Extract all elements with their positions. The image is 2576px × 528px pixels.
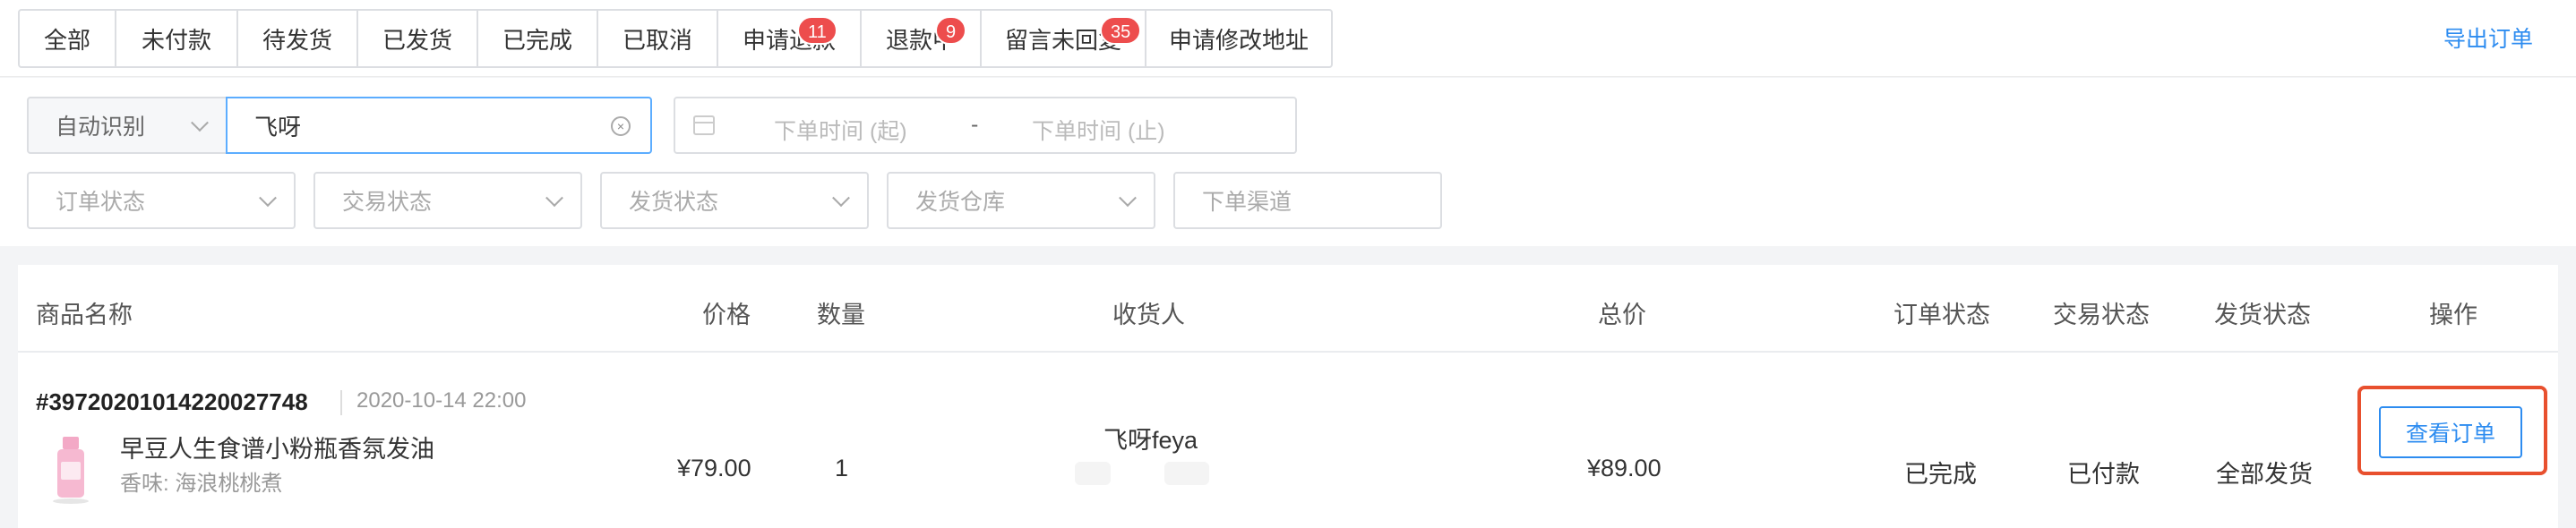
date-separator: -	[971, 112, 979, 137]
tab-address-change-requests[interactable]: 申请修改地址	[1146, 11, 1331, 66]
search-input[interactable]	[226, 97, 652, 154]
select-placeholder: 下单渠道	[1202, 190, 1292, 215]
tab-messages-unreplied[interactable]: 留言未回复 35	[982, 11, 1146, 66]
chevron-down-icon	[191, 114, 209, 132]
export-orders-link[interactable]: 导出订单	[2443, 21, 2533, 54]
tab-pending-shipment[interactable]: 待发货	[238, 11, 358, 66]
select-placeholder: 交易状态	[342, 190, 433, 215]
chevron-down-icon	[545, 189, 563, 208]
order-number: #39720201014220027748	[36, 388, 308, 415]
count-badge: 9	[935, 16, 967, 45]
tab-refunding[interactable]: 退款中 9	[862, 11, 982, 66]
tab-cancelled[interactable]: 已取消	[598, 11, 718, 66]
tab-unpaid[interactable]: 未付款	[116, 11, 238, 66]
filter-panel: 自动识别 × 下单时间 (起) - 下单时间 (止) 订单状态 交易状态 发货状…	[0, 78, 2576, 246]
product-spec: 香味: 海浪桃桃煮	[120, 472, 283, 496]
header-actions: 操作	[2429, 302, 2477, 328]
calendar-icon	[693, 115, 715, 135]
order-status-tabs: 全部 未付款 待发货 已发货 已完成 已取消 申请退款 11 退款中 9 留言未…	[18, 9, 1333, 68]
count-badge: 35	[1100, 16, 1142, 45]
channel-input[interactable]: 下单渠道	[1173, 172, 1442, 229]
order-status-cell: 已完成	[1904, 461, 1977, 488]
qty-cell: 1	[835, 455, 849, 481]
view-order-button[interactable]: 查看订单	[2379, 406, 2522, 458]
date-start-placeholder: 下单时间 (起)	[774, 119, 907, 144]
select-placeholder: 订单状态	[56, 190, 146, 215]
select-placeholder: 发货仓库	[915, 190, 1006, 215]
tab-label: 已完成	[502, 26, 572, 54]
header-receiver: 收货人	[1112, 302, 1185, 328]
chevron-down-icon	[1119, 189, 1137, 208]
total-cell: ¥89.00	[1587, 455, 1662, 481]
product-name: 早豆人生食谱小粉瓶香氛发油	[120, 436, 434, 463]
receiver-blurred-info	[1164, 462, 1209, 485]
header-trade-status: 交易状态	[2053, 302, 2150, 328]
tab-label: 待发货	[262, 26, 332, 54]
tab-label: 未付款	[141, 26, 211, 54]
header-order-status: 订单状态	[1893, 302, 1990, 328]
header-price: 价格	[702, 302, 751, 328]
trade-status-cell: 已付款	[2067, 461, 2140, 488]
receiver-blurred-info	[1075, 462, 1111, 485]
ship-status-cell: 全部发货	[2216, 461, 2313, 488]
tab-label: 申请修改地址	[1168, 26, 1309, 54]
header-ship-status: 发货状态	[2214, 302, 2311, 328]
product-thumbnail	[43, 435, 99, 507]
tab-label: 已发货	[382, 26, 452, 54]
search-mode-value: 自动识别	[56, 115, 146, 140]
tab-completed[interactable]: 已完成	[478, 11, 598, 66]
top-bar: 全部 未付款 待发货 已发货 已完成 已取消 申请退款 11 退款中 9 留言未…	[0, 0, 2576, 77]
order-date-range[interactable]: 下单时间 (起) - 下单时间 (止)	[674, 97, 1297, 154]
chevron-down-icon	[832, 189, 850, 208]
order-time: 2020-10-14 22:00	[356, 388, 527, 413]
tab-refund-requested[interactable]: 申请退款 11	[718, 11, 862, 66]
select-placeholder: 发货状态	[629, 190, 719, 215]
chevron-down-icon	[259, 189, 277, 208]
header-product: 商品名称	[36, 302, 133, 328]
tab-all[interactable]: 全部	[20, 11, 116, 66]
ship-status-select[interactable]: 发货状态	[600, 172, 869, 229]
search-mode-select[interactable]: 自动识别	[27, 97, 228, 154]
table-header: 商品名称 价格 数量 收货人 总价 订单状态 交易状态 发货状态 操作	[18, 265, 2558, 353]
tab-shipped[interactable]: 已发货	[358, 11, 478, 66]
header-qty: 数量	[817, 302, 865, 328]
count-badge: 11	[797, 16, 837, 45]
orders-table: 商品名称 价格 数量 收货人 总价 订单状态 交易状态 发货状态 操作 #397…	[18, 265, 2558, 528]
table-row: #39720201014220027748 2020-10-14 22:00 早…	[18, 353, 2558, 528]
order-status-select[interactable]: 订单状态	[27, 172, 296, 229]
header-total: 总价	[1598, 302, 1646, 328]
receiver-name: 飞呀feya	[1103, 427, 1198, 454]
tab-label: 全部	[43, 26, 90, 54]
price-cell: ¥79.00	[677, 455, 751, 481]
tab-label: 已取消	[622, 26, 692, 54]
divider	[340, 390, 342, 415]
trade-status-select[interactable]: 交易状态	[313, 172, 582, 229]
date-end-placeholder: 下单时间 (止)	[1032, 119, 1165, 144]
clear-icon[interactable]: ×	[611, 116, 631, 136]
warehouse-select[interactable]: 发货仓库	[887, 172, 1155, 229]
